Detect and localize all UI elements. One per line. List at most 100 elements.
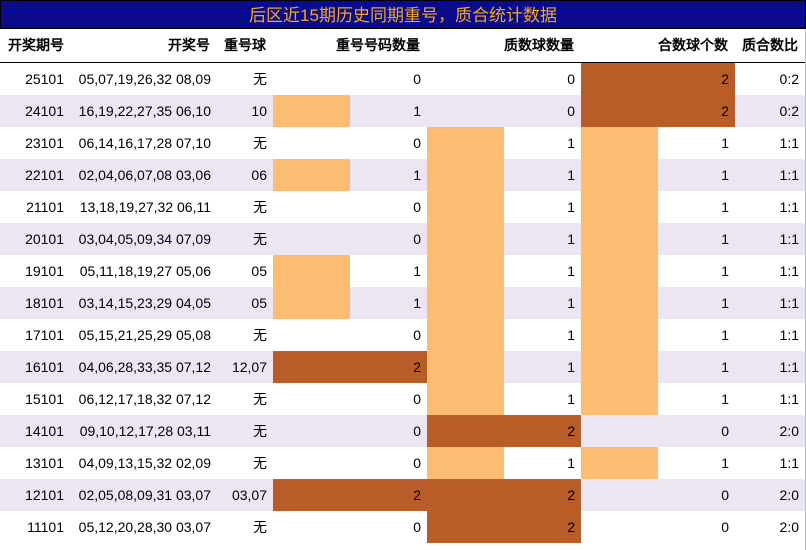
header-numbers: 开奖号 xyxy=(168,37,210,53)
cell-ratio: 1:1 xyxy=(779,263,799,279)
cell-repeat-count: 0 xyxy=(413,231,421,247)
table-row: 15101 06,12,17,18,32 07,12 无 0 1 1 1:1 xyxy=(0,383,806,415)
cell-issue: 16101 xyxy=(25,359,64,375)
cell-prime: 1 xyxy=(567,263,575,279)
cell-repeat-count: 2 xyxy=(413,359,421,375)
header-repeat-count: 重号号码数量 xyxy=(336,37,420,53)
cell-issue: 15101 xyxy=(25,391,64,407)
table-row: 19101 05,11,18,19,27 05,06 05 1 1 1 1:1 xyxy=(0,255,806,287)
cell-numbers: 04,06,28,33,35 07,12 xyxy=(78,359,211,375)
cell-repeat-count: 1 xyxy=(413,263,421,279)
cell-numbers: 02,04,06,07,08 03,06 xyxy=(78,167,211,183)
cell-composite: 1 xyxy=(721,231,729,247)
cell-prime: 2 xyxy=(567,487,575,503)
cell-issue: 17101 xyxy=(25,327,64,343)
cell-prime: 1 xyxy=(567,135,575,151)
cell-numbers: 05,11,18,19,27 05,06 xyxy=(79,263,211,279)
cell-issue: 14101 xyxy=(25,423,64,439)
cell-numbers: 02,05,08,09,31 03,07 xyxy=(78,487,211,503)
cell-repeat: 无 xyxy=(253,135,267,151)
cell-prime: 0 xyxy=(567,103,575,119)
cell-repeat-count: 2 xyxy=(413,487,421,503)
cell-prime: 0 xyxy=(567,71,575,87)
table-row: 24101 16,19,22,27,35 06,10 10 1 0 2 0:2 xyxy=(0,95,806,127)
cell-ratio: 1:1 xyxy=(779,135,799,151)
table-row: 20101 03,04,05,09,34 07,09 无 0 1 1 1:1 xyxy=(0,223,806,255)
cell-numbers: 06,12,17,18,32 07,12 xyxy=(78,391,211,407)
cell-issue: 24101 xyxy=(25,103,64,119)
cell-numbers: 03,04,05,09,34 07,09 xyxy=(78,231,211,247)
cell-prime: 1 xyxy=(567,359,575,375)
cell-issue: 13101 xyxy=(25,455,64,471)
cell-repeat-count: 1 xyxy=(413,103,421,119)
cell-ratio: 1:1 xyxy=(779,167,799,183)
cell-ratio: 2:0 xyxy=(779,423,799,439)
cell-repeat: 无 xyxy=(253,391,267,407)
cell-issue: 21101 xyxy=(26,199,64,215)
cell-issue: 25101 xyxy=(25,71,64,87)
cell-numbers: 05,07,19,26,32 08,09 xyxy=(78,71,211,87)
cell-numbers: 04,09,13,15,32 02,09 xyxy=(78,455,211,471)
cell-ratio: 0:2 xyxy=(779,71,799,87)
cell-ratio: 1:1 xyxy=(779,199,799,215)
table-row: 14101 09,10,12,17,28 03,11 无 0 2 0 2:0 xyxy=(0,415,806,447)
table-row: 25101 05,07,19,26,32 08,09 无 0 0 2 0:2 xyxy=(0,63,806,95)
cell-repeat: 10 xyxy=(251,103,267,119)
cell-repeat: 无 xyxy=(253,199,267,215)
cell-repeat: 无 xyxy=(253,231,267,247)
cell-ratio: 1:1 xyxy=(779,359,799,375)
cell-numbers: 05,15,21,25,29 05,08 xyxy=(78,327,211,343)
cell-prime: 2 xyxy=(567,519,575,535)
cell-composite: 1 xyxy=(721,263,729,279)
cell-repeat-count: 0 xyxy=(413,327,421,343)
cell-composite: 1 xyxy=(721,295,729,311)
cell-composite: 2 xyxy=(721,103,729,119)
cell-repeat: 06 xyxy=(251,167,267,183)
cell-issue: 19101 xyxy=(25,263,64,279)
cell-prime: 1 xyxy=(567,167,575,183)
cell-repeat-count: 0 xyxy=(413,71,421,87)
cell-composite: 1 xyxy=(721,167,729,183)
cell-composite: 1 xyxy=(721,391,729,407)
cell-prime: 2 xyxy=(567,423,575,439)
cell-ratio: 1:1 xyxy=(779,455,799,471)
cell-composite: 2 xyxy=(721,71,729,87)
cell-repeat: 无 xyxy=(253,423,267,439)
cell-composite: 1 xyxy=(721,199,729,215)
table-row: 22101 02,04,06,07,08 03,06 06 1 1 1 1:1 xyxy=(0,159,806,191)
cell-prime: 1 xyxy=(567,455,575,471)
table-row: 16101 04,06,28,33,35 07,12 12,07 2 1 1 1:1 xyxy=(0,351,806,383)
cell-composite: 1 xyxy=(721,327,729,343)
cell-repeat-count: 1 xyxy=(413,167,421,183)
header-prime-count: 质数球数量 xyxy=(504,37,574,53)
header-ratio: 质合数比 xyxy=(742,37,798,53)
cell-prime: 1 xyxy=(567,391,575,407)
cell-repeat-count: 0 xyxy=(413,519,421,535)
cell-repeat-count: 0 xyxy=(413,423,421,439)
cell-ratio: 0:2 xyxy=(779,103,799,119)
table-row: 11101 05,12,20,28,30 03,07 无 0 2 0 2:0 xyxy=(0,511,806,543)
cell-repeat: 03,07 xyxy=(231,487,267,503)
cell-issue: 20101 xyxy=(25,231,64,247)
cell-issue: 12101 xyxy=(25,487,64,503)
cell-composite: 0 xyxy=(721,487,729,503)
cell-repeat: 无 xyxy=(253,71,267,87)
cell-repeat: 05 xyxy=(251,263,267,279)
table-row: 23101 06,14,16,17,28 07,10 无 0 1 1 1:1 xyxy=(0,127,806,159)
cell-composite: 1 xyxy=(721,455,729,471)
stats-table: 后区近15期历史同期重号，质合统计数据 开奖期号 开奖号 重号球 重号号码数量 … xyxy=(0,0,806,550)
cell-issue: 11101 xyxy=(27,519,64,535)
cell-repeat-count: 0 xyxy=(413,455,421,471)
cell-repeat: 无 xyxy=(253,519,267,535)
header-composite-count: 合数球个数 xyxy=(658,37,728,53)
cell-repeat-count: 1 xyxy=(413,295,421,311)
cell-ratio: 1:1 xyxy=(779,327,799,343)
cell-prime: 1 xyxy=(567,295,575,311)
cell-ratio: 2:0 xyxy=(779,519,799,535)
table-row: 18101 03,14,15,23,29 04,05 05 1 1 1 1:1 xyxy=(0,287,806,319)
cell-composite: 0 xyxy=(721,519,729,535)
cell-composite: 1 xyxy=(721,359,729,375)
cell-numbers: 16,19,22,27,35 06,10 xyxy=(78,103,211,119)
cell-numbers: 09,10,12,17,28 03,11 xyxy=(79,423,211,439)
cell-numbers: 13,18,19,27,32 06,11 xyxy=(79,199,211,215)
